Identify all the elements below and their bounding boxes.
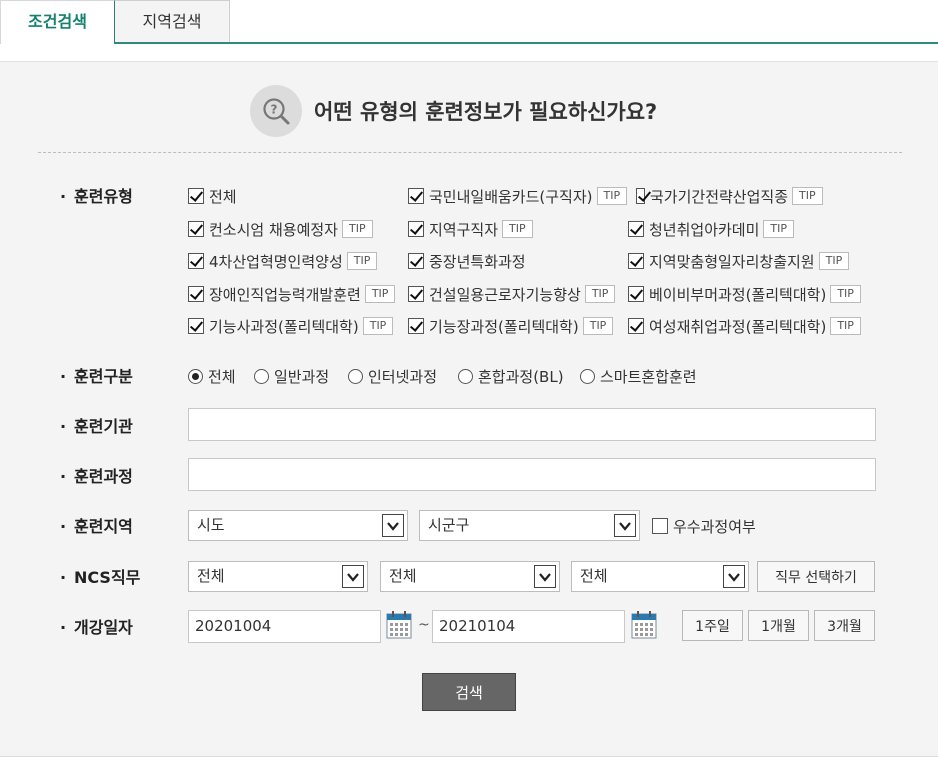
chevron-down-icon[interactable] [342,565,364,588]
radio-button[interactable] [348,369,363,384]
checkbox[interactable] [188,286,204,302]
checkbox[interactable] [652,518,668,534]
chevron-down-icon[interactable] [723,565,745,588]
sigungu-select[interactable]: 시군구 [419,510,640,541]
tab-bar: 조건검색 지역검색 [0,0,938,44]
ncs-label: · NCS직무 [60,568,141,587]
sido-select[interactable]: 시도 [188,510,408,541]
cb-master-craftsman[interactable]: 기능장과정(폴리텍대학) TIP [408,316,614,336]
training-category-label: · 훈련구분 [60,367,133,386]
checkbox[interactable] [636,188,645,204]
checkbox[interactable] [628,286,644,302]
cb-consortium[interactable]: 컨소시엄 채용예정자 TIP [188,219,373,239]
cb-youth-academy[interactable]: 청년취업아카데미 TIP [628,219,795,239]
calendar-icon[interactable] [631,611,657,639]
cb-women-reemployment[interactable]: 여성재취업과정(폴리텍대학) TIP [628,316,861,336]
panel-heading: ? 어떤 유형의 훈련정보가 필요하신가요? [250,84,657,138]
tip-badge[interactable]: TIP [341,220,373,238]
cb-disabled-training[interactable]: 장애인직업능력개발훈련 TIP [188,284,396,304]
excellent-course-checkbox[interactable]: 우수과정여부 [652,516,756,536]
tab-underline [114,42,938,44]
date-separator: ~ [418,617,430,633]
checkbox[interactable] [408,221,424,237]
dotted-divider [38,152,902,153]
checkbox[interactable] [628,318,644,334]
search-panel: ? 어떤 유형의 훈련정보가 필요하신가요? · 훈련유형 전체 국민내일배움카드… [0,61,938,757]
cb-babyboomer[interactable]: 베이비부머과정(폴리텍대학) TIP [628,284,861,304]
tip-badge[interactable]: TIP [763,220,795,238]
cb-craftsman[interactable]: 기능사과정(폴리텍대학) TIP [188,316,394,336]
start-date-input[interactable]: 20201004 [188,610,381,643]
chevron-down-icon[interactable] [534,565,556,588]
radio-button[interactable] [188,369,203,384]
tab-region-search[interactable]: 지역검색 [114,0,230,43]
checkbox[interactable] [628,221,644,237]
radio-button[interactable] [580,369,595,384]
ncs-select-3[interactable]: 전체 [571,561,749,592]
cb-construction-daily[interactable]: 건설일용근로자기능향상 TIP [408,284,616,304]
range-3month-button[interactable]: 3개월 [814,610,875,641]
cb-regional-jobs[interactable]: 지역맞춤형일자리창출지원 TIP [628,251,850,271]
svg-text:?: ? [271,103,278,117]
tip-badge[interactable]: TIP [582,317,614,335]
radio-all[interactable]: 전체 [188,366,236,387]
tip-badge[interactable]: TIP [792,187,823,205]
range-1week-button[interactable]: 1주일 [682,610,743,641]
radio-button[interactable] [254,369,269,384]
institution-input[interactable] [188,408,876,441]
course-input[interactable] [188,458,876,491]
cb-4th-industry[interactable]: 4차산업혁명인력양성 TIP [188,251,378,271]
tab-condition-search[interactable]: 조건검색 [0,0,114,44]
radio-internet[interactable]: 인터넷과정 [348,366,437,387]
page-title: 어떤 유형의 훈련정보가 필요하신가요? [314,100,658,124]
course-label: · 훈련과정 [60,467,133,486]
ncs-select-1[interactable]: 전체 [188,561,368,592]
radio-blended[interactable]: 혼합과정(BL) [458,366,564,387]
checkbox[interactable] [408,188,424,204]
cb-national-strategic[interactable]: 국가기간전략산업직종 TIP [636,186,823,206]
tip-badge[interactable]: TIP [502,220,533,238]
tip-badge[interactable]: TIP [830,317,861,335]
checkbox[interactable] [188,318,204,334]
tip-badge[interactable]: TIP [830,285,861,303]
tip-badge[interactable]: TIP [346,252,378,270]
chevron-down-icon[interactable] [614,514,636,537]
checkbox[interactable] [408,253,424,269]
checkbox[interactable] [188,188,204,204]
radio-button[interactable] [458,369,473,384]
select-job-button[interactable]: 직무 선택하기 [757,561,875,592]
question-search-icon: ? [250,85,302,137]
cb-middle-aged[interactable]: 중장년특화과정 [408,251,526,271]
training-type-label: · 훈련유형 [60,187,133,206]
range-1month-button[interactable]: 1개월 [748,610,809,641]
open-date-label: · 개강일자 [60,618,133,637]
search-button[interactable]: 검색 [422,673,516,711]
checkbox[interactable] [408,318,424,334]
checkbox[interactable] [408,286,424,302]
cb-regional-jobseeker[interactable]: 지역구직자 TIP [408,219,533,239]
institution-label: · 훈련기관 [60,417,133,436]
tip-badge[interactable]: TIP [596,187,628,205]
checkbox[interactable] [628,253,644,269]
end-date-input[interactable]: 20210104 [432,610,625,643]
tip-badge[interactable]: TIP [362,317,394,335]
chevron-down-icon[interactable] [382,514,404,537]
radio-general[interactable]: 일반과정 [254,366,329,387]
tip-badge[interactable]: TIP [584,285,616,303]
calendar-icon[interactable] [386,611,412,639]
radio-smart-blended[interactable]: 스마트혼합훈련 [580,366,697,387]
checkbox[interactable] [188,221,204,237]
tip-badge[interactable]: TIP [818,252,850,270]
ncs-select-2[interactable]: 전체 [380,561,560,592]
cb-card-jobseeker[interactable]: 국민내일배움카드(구직자) TIP [408,186,628,206]
tip-badge[interactable]: TIP [364,285,396,303]
region-label: · 훈련지역 [60,517,133,536]
cb-all[interactable]: 전체 [188,186,237,206]
checkbox[interactable] [188,253,204,269]
